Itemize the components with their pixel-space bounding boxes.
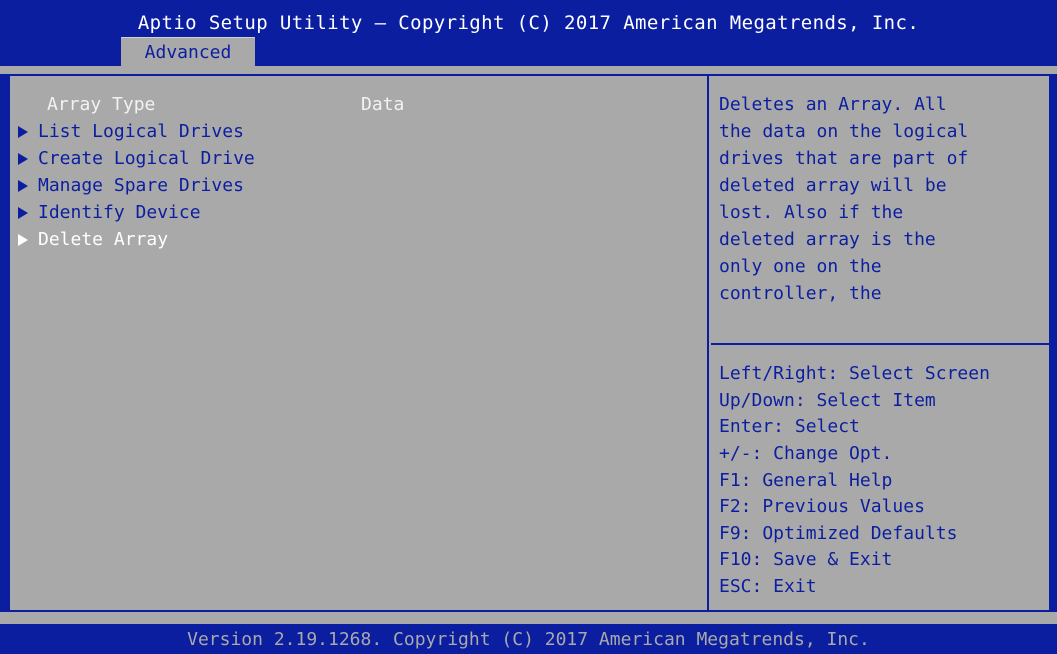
menu-item-create-logical-drive[interactable]: Create Logical Drive xyxy=(18,146,255,172)
tab-advanced[interactable]: Advanced xyxy=(121,37,255,67)
help-description-line: deleted array is the xyxy=(719,229,936,250)
menu-item-label: List Logical Drives xyxy=(38,121,244,142)
key-help-previous-values: F2: Previous Values xyxy=(719,496,925,517)
submenu-arrow-icon xyxy=(18,207,28,219)
submenu-arrow-icon xyxy=(18,180,28,192)
tab-separator xyxy=(0,66,1057,74)
menu-item-manage-spare-drives[interactable]: Manage Spare Drives xyxy=(18,173,244,199)
key-help-exit: ESC: Exit xyxy=(719,576,817,597)
key-help-enter: Enter: Select xyxy=(719,416,860,437)
footer-version: Version 2.19.1268. Copyright (C) 2017 Am… xyxy=(0,624,1057,654)
bottom-separator xyxy=(0,612,1057,624)
submenu-arrow-icon xyxy=(18,153,28,165)
menu-item-delete-array[interactable]: Delete Array xyxy=(18,227,168,253)
menu-item-label: Delete Array xyxy=(38,229,169,250)
menu-item-label: Create Logical Drive xyxy=(38,148,255,169)
menu-item-identify-device[interactable]: Identify Device xyxy=(18,200,201,226)
key-help-change-opt: +/-: Change Opt. xyxy=(719,443,893,464)
submenu-arrow-icon xyxy=(18,126,28,138)
help-description-line: lost. Also if the xyxy=(719,202,904,223)
menu-item-label: Identify Device xyxy=(38,202,201,223)
key-help-general-help: F1: General Help xyxy=(719,470,893,491)
key-help-select-screen: Left/Right: Select Screen xyxy=(719,363,990,384)
submenu-arrow-icon xyxy=(18,234,28,246)
title-bar: Aptio Setup Utility – Copyright (C) 2017… xyxy=(0,0,1057,67)
key-help-optimized-defaults: F9: Optimized Defaults xyxy=(719,523,958,544)
help-description-line: drives that are part of xyxy=(719,148,969,169)
help-description-line: only one on the xyxy=(719,256,882,277)
help-description-line: Deletes an Array. All xyxy=(719,94,947,115)
help-description-line: controller, the xyxy=(719,283,882,304)
key-help-select-item: Up/Down: Select Item xyxy=(719,390,936,411)
menu-item-label: Manage Spare Drives xyxy=(38,175,244,196)
help-divider xyxy=(711,343,1049,345)
key-help-save-exit: F10: Save & Exit xyxy=(719,549,893,570)
help-description-line: deleted array will be xyxy=(719,175,947,196)
array-type-value: Data xyxy=(361,94,405,115)
menu-item-list-logical-drives[interactable]: List Logical Drives xyxy=(18,119,244,145)
array-type-label: Array Type xyxy=(47,94,156,115)
window-title: Aptio Setup Utility – Copyright (C) 2017… xyxy=(137,12,920,34)
help-description-line: the data on the logical xyxy=(719,121,969,142)
